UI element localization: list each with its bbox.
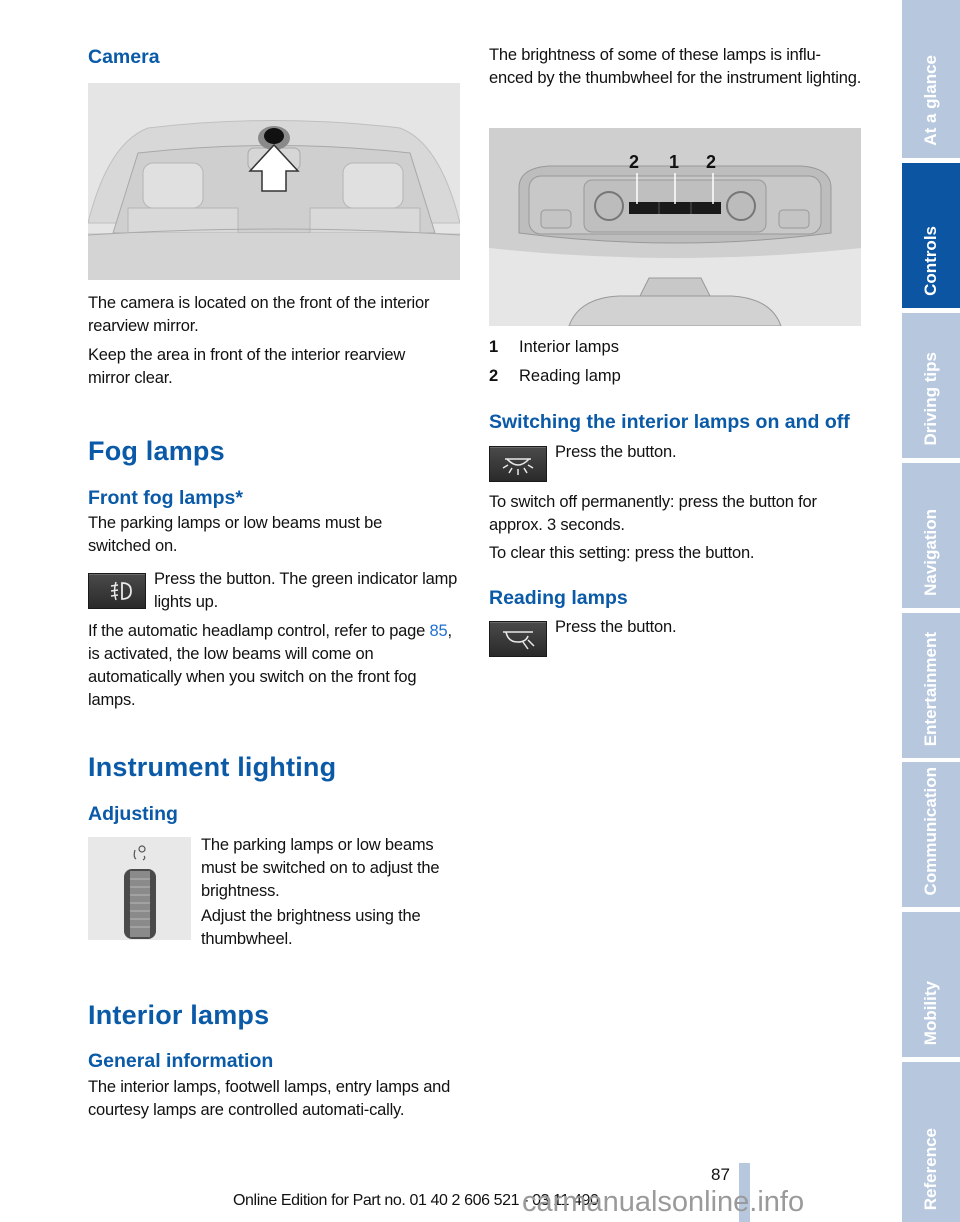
thumbwheel-icon — [124, 845, 156, 939]
tab-communication[interactable]: Communication — [902, 762, 960, 907]
thumbwheel-requirement-text: The parking lamps or low beams must be s… — [201, 836, 440, 900]
brightness-intro-text: The brightness of some of these lamps is… — [489, 46, 862, 87]
camera-keep-clear-text: Keep the area in front of the interior r… — [88, 346, 406, 387]
page-85-link[interactable]: 85 — [430, 622, 448, 640]
instrument-lighting-heading: Instrument lighting — [88, 752, 337, 782]
legend-item-1: 1 Interior lamps — [489, 338, 864, 361]
front-fog-lamps-heading: Front fog lamps* — [88, 487, 243, 509]
overhead-console-figure: 2 1 2 — [489, 128, 861, 326]
camera-figure — [88, 83, 460, 280]
interior-lamp-icon — [502, 458, 534, 475]
legend-number: 1 — [489, 338, 499, 356]
callout-2-right: 2 — [706, 152, 717, 172]
fog-lamps-note: If the automatic headlamp control, refer… — [88, 620, 463, 712]
tab-label: Reference — [921, 1127, 940, 1210]
tab-label: Controls — [921, 226, 940, 296]
camera-heading: Camera — [88, 46, 160, 68]
tab-navigation[interactable]: Navigation — [902, 463, 960, 608]
switching-interior-lamps-heading: Switching the interior lamps on and off — [489, 411, 850, 433]
tab-label: Navigation — [921, 509, 940, 596]
tab-label: Entertainment — [921, 631, 940, 746]
adjusting-heading: Adjusting — [88, 803, 178, 825]
callout-2-left: 2 — [629, 152, 640, 172]
interior-lamps-general-text: The interior lamps, footwell lamps, entr… — [88, 1078, 451, 1119]
switch-off-permanently-text: To switch off permanently: press the but… — [489, 493, 817, 534]
tab-mobility[interactable]: Mobility — [902, 912, 960, 1057]
thumbwheel-adjust-text: Adjust the brightness using the thumbwhe… — [201, 907, 421, 948]
front-fog-lamp-button — [88, 573, 146, 609]
interior-lamp-button-instruction: Press the button. — [555, 443, 677, 461]
fog-lamps-intro: The parking lamps or low beams must be s… — [88, 514, 383, 555]
fog-lamp-button-instruction: Press the button. The green indicator la… — [154, 570, 458, 611]
camera-location-text: The camera is located on the front of th… — [88, 294, 430, 335]
tab-entertainment[interactable]: Entertainment — [902, 613, 960, 758]
tab-label: Mobility — [921, 980, 940, 1045]
legend-label: Interior lamps — [519, 338, 619, 356]
note-text-before-link: If the automatic headlamp control, refer… — [88, 622, 430, 640]
reading-lamps-heading: Reading lamps — [489, 587, 628, 609]
reading-lamp-icon — [503, 631, 535, 650]
callout-1: 1 — [669, 152, 680, 172]
legend-item-2: 2 Reading lamp — [489, 367, 864, 390]
legend-number: 2 — [489, 367, 499, 385]
interior-lamp-button — [489, 446, 547, 482]
thumbwheel-figure — [88, 837, 191, 940]
chapter-sidebar: At a glance Controls Driving tips Naviga… — [902, 0, 960, 1222]
legend-label: Reading lamp — [519, 367, 621, 385]
tab-reference[interactable]: Reference — [902, 1062, 960, 1222]
watermark: carmanualsonline.info — [522, 1186, 805, 1218]
clear-setting-text: To clear this setting: press the button. — [489, 544, 755, 562]
fog-lamps-heading: Fog lamps — [88, 436, 225, 466]
tab-label: Communication — [921, 766, 940, 895]
tab-controls[interactable]: Controls — [902, 163, 960, 308]
tab-label: Driving tips — [921, 352, 940, 446]
car-interior-illustration — [88, 83, 460, 280]
reading-lamp-button-instruction: Press the button. — [555, 618, 677, 636]
reading-lamp-button — [489, 621, 547, 657]
interior-lamps-heading: Interior lamps — [88, 1000, 270, 1030]
general-information-heading: General information — [88, 1050, 274, 1072]
page-number: 87 — [711, 1165, 730, 1184]
tab-driving-tips[interactable]: Driving tips — [902, 313, 960, 458]
tab-label: At a glance — [921, 55, 940, 146]
front-fog-lamp-icon — [110, 581, 132, 601]
tab-at-a-glance[interactable]: At a glance — [902, 0, 960, 158]
